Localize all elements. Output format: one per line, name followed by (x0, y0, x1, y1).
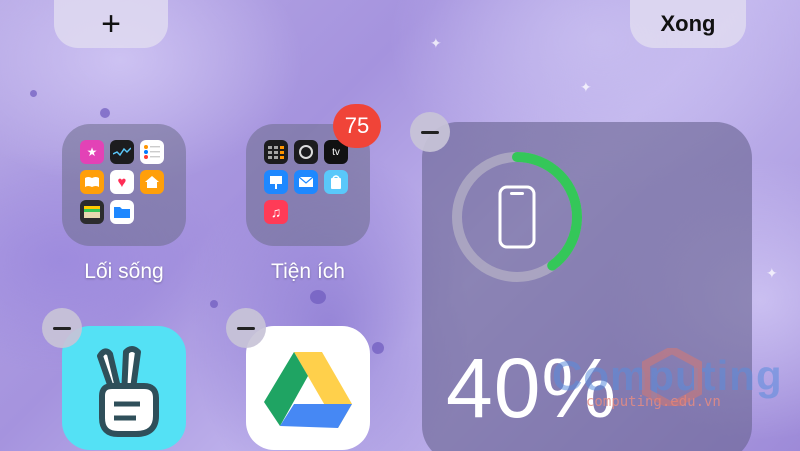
calculator-icon (264, 140, 288, 164)
background-speck (310, 290, 326, 304)
background-speck (372, 342, 384, 354)
books-icon (80, 170, 104, 194)
minus-icon (237, 326, 255, 330)
remove-vlive-button[interactable] (42, 308, 82, 348)
reminders-icon (140, 140, 164, 164)
keynote-icon (264, 170, 288, 194)
sparkle-icon: ✦ (430, 35, 442, 51)
folder-label-tien-ich: Tiện ích (271, 260, 345, 283)
mail-icon (294, 170, 318, 194)
add-widget-button[interactable]: + (54, 0, 168, 48)
iphone-icon (498, 185, 536, 249)
sparkle-icon: ✦ (580, 79, 592, 95)
remove-drive-button[interactable] (226, 308, 266, 348)
star-icon: ★ (80, 140, 104, 164)
home-icon (140, 170, 164, 194)
watch-icon (294, 140, 318, 164)
app-store-icon (324, 170, 348, 194)
wallet-icon (80, 200, 104, 224)
folder-label-loi-song: Lối sống (84, 260, 164, 283)
folder-loi-song[interactable]: ★ ♥ (62, 124, 186, 246)
notification-badge: 75 (333, 104, 381, 148)
minus-icon (421, 130, 439, 134)
background-speck (30, 90, 37, 97)
background-speck (100, 108, 110, 118)
remove-battery-widget-button[interactable] (410, 112, 450, 152)
vlive-app-icon[interactable] (62, 326, 186, 450)
stocks-icon (110, 140, 134, 164)
background-speck (210, 300, 218, 308)
google-drive-app-icon[interactable] (246, 326, 370, 450)
battery-ring (452, 152, 582, 282)
music-icon: ♫ (264, 200, 288, 224)
files-icon (110, 200, 134, 224)
watermark-logo (642, 348, 702, 406)
google-drive-icon (264, 352, 352, 428)
peace-hand-icon (97, 346, 159, 437)
minus-icon (53, 326, 71, 330)
sparkle-icon: ✦ (766, 265, 778, 281)
done-button[interactable]: Xong (630, 0, 746, 48)
health-icon: ♥ (110, 170, 134, 194)
watermark: Computing computing.edu.vn (552, 348, 792, 410)
